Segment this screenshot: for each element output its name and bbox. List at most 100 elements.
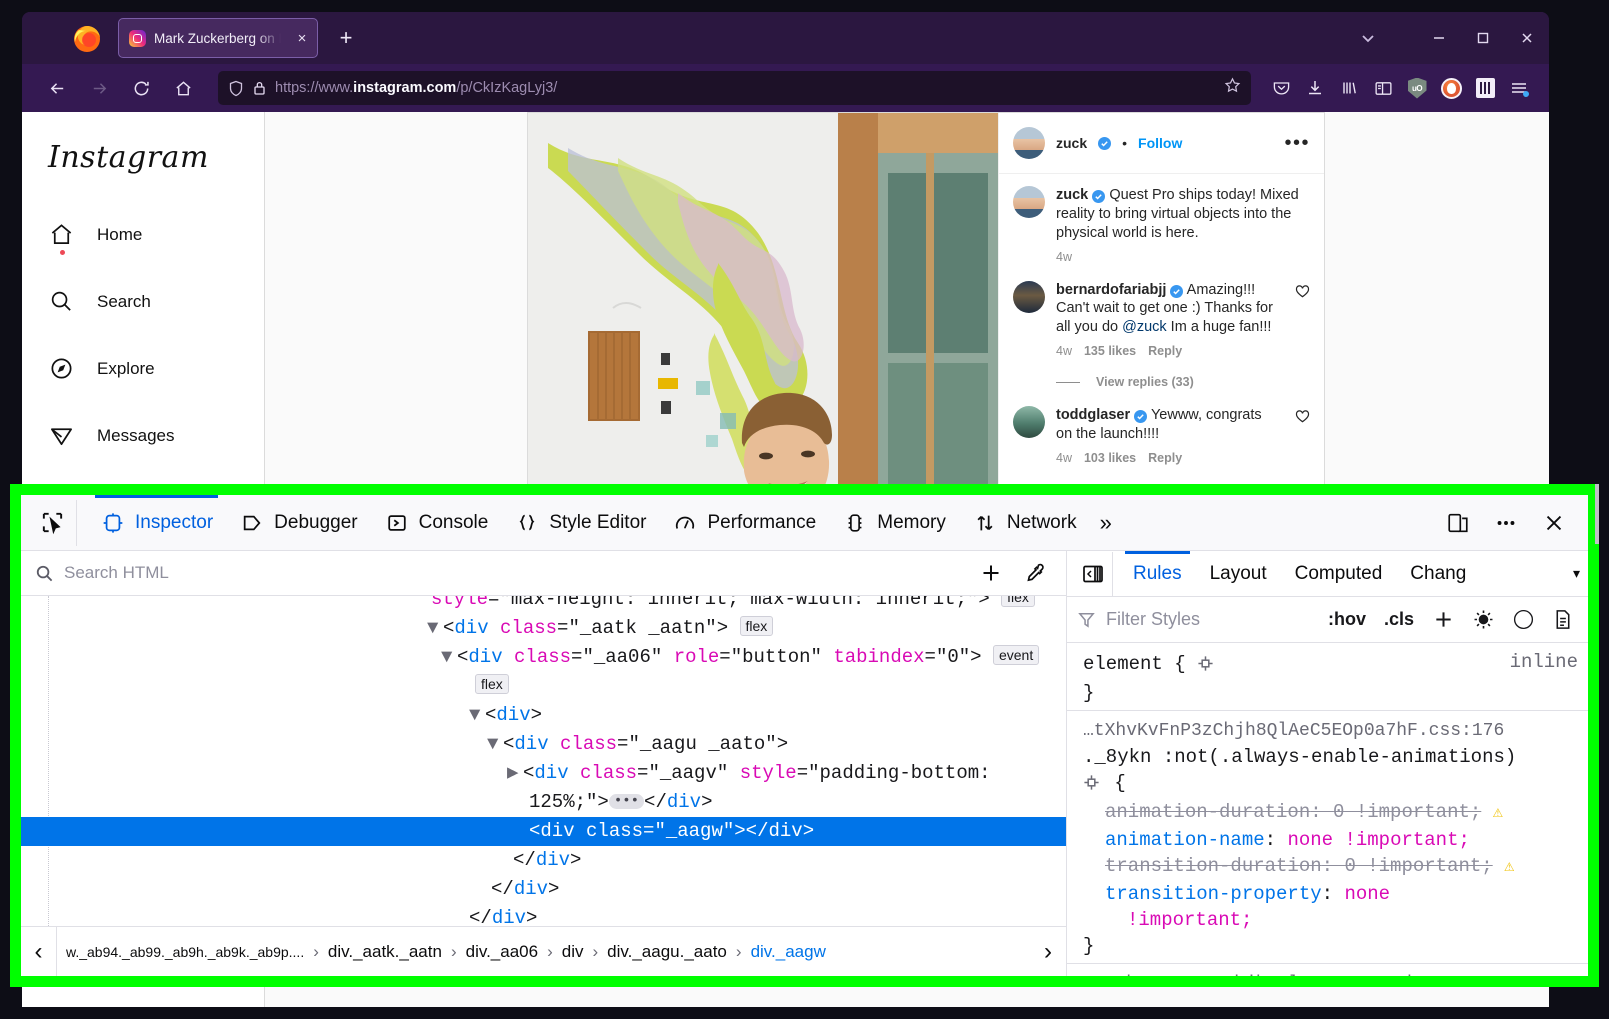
markup-tree[interactable]: style="max-height: inherit; max-width: i… <box>21 596 1066 926</box>
reload-button[interactable] <box>124 71 158 105</box>
sidebar-item-home[interactable]: Home <box>48 221 264 255</box>
eyedropper-icon[interactable] <box>1018 556 1052 590</box>
minimize-button[interactable] <box>1417 12 1461 64</box>
breadcrumb-item-selected[interactable]: div._aagw <box>742 942 835 962</box>
tab-style-editor[interactable]: Style Editor <box>501 495 659 550</box>
like-comment-heart-icon[interactable] <box>1295 284 1310 359</box>
css-declaration[interactable]: transition-property: none !important; <box>1075 881 1588 933</box>
pocket-icon[interactable] <box>1265 72 1297 104</box>
avatar[interactable] <box>1013 280 1045 313</box>
download-icon[interactable] <box>1299 72 1331 104</box>
follow-button[interactable]: Follow <box>1138 135 1182 151</box>
css-declaration[interactable]: animation-name: none !important; <box>1075 827 1588 853</box>
flex-badge[interactable]: flex <box>739 616 774 636</box>
filter-styles-input[interactable]: Filter Styles <box>1106 609 1314 630</box>
css-declaration[interactable]: animation-duration: 0 !important; ⚠ <box>1075 799 1588 827</box>
sidebar-item-explore[interactable]: Explore <box>48 355 264 382</box>
markup-line[interactable]: ▶ <div class="_aagv" style="padding-botto… <box>21 759 1066 788</box>
markup-line[interactable]: </div> <box>21 875 1066 904</box>
comment-username[interactable]: toddglaser <box>1056 407 1130 423</box>
rules-tabs-overflow-button[interactable]: ▾ <box>1573 565 1588 582</box>
bookmark-star-icon[interactable] <box>1224 77 1241 99</box>
css-property[interactable]: animation-name <box>1105 829 1265 851</box>
breadcrumb-item[interactable]: div._aagu._aato <box>598 942 736 962</box>
css-property[interactable]: animation-duration <box>1105 801 1310 823</box>
collapsed-children-icon[interactable]: ••• <box>608 794 645 809</box>
css-declaration[interactable]: transition-duration: 0 !important; ⚠ <box>1075 853 1588 881</box>
tab-computed[interactable]: Computed <box>1281 551 1397 596</box>
markup-line[interactable]: ▼ <div class="_aatk _aatn"> flex <box>21 614 1066 643</box>
back-button[interactable] <box>40 71 74 105</box>
tab-rules[interactable]: Rules <box>1119 551 1196 596</box>
forward-button[interactable] <box>82 71 116 105</box>
css-value[interactable]: none !important; <box>1287 829 1469 851</box>
list-all-tabs-button[interactable] <box>1345 12 1391 64</box>
breadcrumb-item[interactable]: div._aatk._aatn <box>319 942 451 962</box>
sidebar-icon[interactable] <box>1367 72 1399 104</box>
rule-source-link[interactable]: …tXhvKvFnP3zChjh8QlAeC5EOp0a7hF.css:176 <box>1075 715 1588 744</box>
shield-icon[interactable] <box>228 80 244 97</box>
css-property[interactable]: transition-property <box>1105 883 1322 905</box>
markup-line[interactable]: ▼ <div> <box>21 701 1066 730</box>
post-options-button[interactable]: ••• <box>1284 133 1310 153</box>
rule-block-animations[interactable]: …tXhvKvFnP3zChjh8QlAeC5EOp0a7hF.css:176 … <box>1067 711 1588 964</box>
expand-icon[interactable] <box>1083 773 1103 799</box>
meatball-menu-icon[interactable] <box>1484 500 1528 546</box>
url-text[interactable]: https://www.instagram.com/p/CkIzKagLyj3/ <box>275 80 1215 96</box>
trash-icon[interactable] <box>1469 72 1501 104</box>
home-icon[interactable] <box>166 71 200 105</box>
class-panel-button[interactable]: .cls <box>1380 609 1418 630</box>
search-input[interactable]: Search HTML <box>64 563 964 583</box>
markup-line[interactable]: </div> <box>21 846 1066 875</box>
mention-link[interactable]: @zuck <box>1122 319 1167 335</box>
post-author-username[interactable]: zuck <box>1056 135 1087 151</box>
flex-badge[interactable]: flex <box>1001 596 1035 607</box>
tab-memory[interactable]: Memory <box>829 495 959 550</box>
tab-changes[interactable]: Chang <box>1396 551 1480 596</box>
event-badge[interactable]: event <box>992 645 1040 665</box>
css-value[interactable]: 0 !important; <box>1333 801 1481 823</box>
breadcrumb-item[interactable]: div._aa06 <box>457 942 547 962</box>
comment-likes[interactable]: 103 likes <box>1084 451 1136 465</box>
hamburger-menu-icon[interactable] <box>1503 72 1535 104</box>
rules-content[interactable]: inline element { } …tXhvKvFnP3zChjh8QlAe… <box>1067 484 1599 976</box>
url-bar[interactable]: https://www.instagram.com/p/CkIzKagLyj3/ <box>218 71 1251 105</box>
comment-likes[interactable]: 135 likes <box>1084 344 1136 358</box>
css-value[interactable]: 0 !important; <box>1344 855 1492 877</box>
breadcrumb-scroll-right-button[interactable]: › <box>1030 927 1066 976</box>
tab-debugger[interactable]: Debugger <box>226 495 370 550</box>
markup-line[interactable]: style="max-height: inherit; max-width: i… <box>21 596 1066 614</box>
sidebar-item-search[interactable]: Search <box>48 288 264 315</box>
new-tab-button[interactable]: + <box>330 22 362 54</box>
avatar[interactable] <box>1013 406 1045 439</box>
markup-line[interactable]: ▼ <div class="_aa06" role="button" tabind… <box>21 643 1066 672</box>
view-replies-button[interactable]: View replies (33) <box>1056 375 1310 389</box>
comment-reply-button[interactable]: Reply <box>1148 344 1182 358</box>
ublock-origin-icon[interactable]: uO <box>1401 72 1433 104</box>
moon-icon[interactable] <box>1508 605 1538 635</box>
css-property[interactable]: transition-duration <box>1105 855 1322 877</box>
markup-line[interactable]: </div> <box>21 904 1066 926</box>
sidebar-item-messages[interactable]: Messages <box>48 422 264 449</box>
comment-username[interactable]: bernardofariabjj <box>1056 282 1166 298</box>
tab-inspector[interactable]: Inspector <box>87 495 226 550</box>
breadcrumb-item[interactable]: w._ab94._ab99._ab9h._ab9k._ab9p.... <box>57 942 313 962</box>
expand-icon[interactable] <box>1197 654 1217 680</box>
document-icon[interactable] <box>1548 605 1578 635</box>
rule-block-next[interactable]: …ntXhvKvFnP3zChjh8QlAeC5EOp0a7hF.css:83 <box>1067 964 1588 976</box>
close-icon[interactable]: × <box>293 29 311 47</box>
avatar[interactable] <box>1013 186 1045 218</box>
like-comment-heart-icon[interactable] <box>1295 409 1310 465</box>
instagram-logo[interactable]: Instagram <box>48 140 264 175</box>
hover-pseudo-button[interactable]: :hov <box>1324 609 1370 630</box>
rule-block-element[interactable]: inline element { } <box>1067 643 1588 711</box>
comment-reply-button[interactable]: Reply <box>1148 451 1182 465</box>
breadcrumb-item[interactable]: div <box>553 942 593 962</box>
markup-line[interactable]: 125%;"> ••• </div> <box>21 788 1066 817</box>
comment-username[interactable]: zuck <box>1056 187 1088 203</box>
avatar[interactable] <box>1013 127 1045 159</box>
add-node-button[interactable] <box>974 556 1008 590</box>
breadcrumb-scroll-left-button[interactable]: ‹ <box>21 927 57 976</box>
tab-performance[interactable]: Performance <box>659 495 829 550</box>
close-devtools-icon[interactable] <box>1532 500 1576 546</box>
